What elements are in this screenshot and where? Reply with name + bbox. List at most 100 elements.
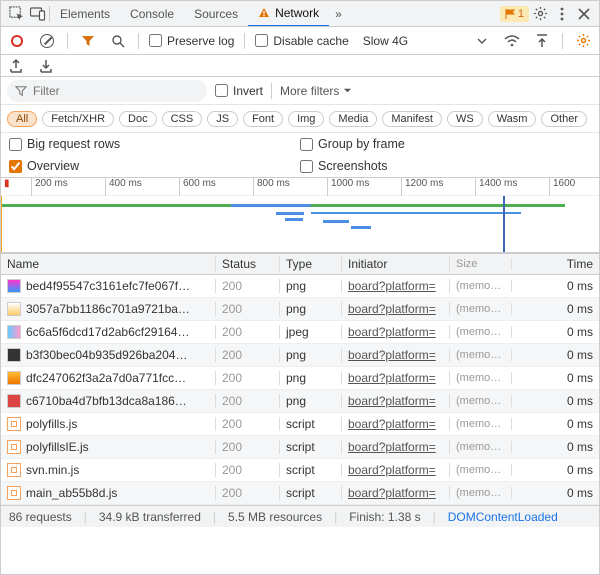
screenshots-checkbox[interactable]: Screenshots [300, 159, 591, 173]
settings-icon[interactable] [529, 3, 551, 25]
group-by-frame-checkbox[interactable]: Group by frame [300, 137, 591, 151]
col-status[interactable]: Status [216, 257, 280, 271]
request-size: (memo… [450, 349, 512, 361]
request-bar [351, 226, 371, 229]
col-size[interactable]: Size [450, 258, 512, 270]
status-requests: 86 requests [9, 510, 72, 524]
network-conditions-icon[interactable] [502, 31, 522, 51]
col-type[interactable]: Type [280, 257, 342, 271]
device-toolbar-icon[interactable] [27, 3, 49, 25]
chip-media[interactable]: Media [329, 111, 377, 127]
tab-network[interactable]: Network [248, 1, 329, 27]
tab-sources[interactable]: Sources [184, 1, 248, 27]
table-row[interactable]: b3f30bec04b935d926ba204…200pngboard?plat… [1, 344, 599, 367]
divider [138, 33, 139, 49]
request-initiator-link[interactable]: board?platform= [348, 371, 449, 385]
request-initiator-link[interactable]: board?platform= [348, 486, 449, 500]
kebab-menu-icon[interactable] [551, 3, 573, 25]
search-icon[interactable] [108, 31, 128, 51]
preserve-log-checkbox[interactable]: Preserve log [149, 34, 234, 48]
file-type-icon [7, 463, 21, 477]
divider [244, 33, 245, 49]
table-row[interactable]: dfc247062f3a2a7d0a771fcc…200pngboard?pla… [1, 367, 599, 390]
chip-img[interactable]: Img [288, 111, 324, 127]
request-initiator-link[interactable]: board?platform= [348, 325, 449, 339]
request-name: 6c6a5f6dcd17d2ab6cf29164… [26, 325, 189, 339]
throttling-caret-icon[interactable] [472, 31, 492, 51]
invert-checkbox[interactable]: Invert [215, 84, 263, 98]
close-devtools-icon[interactable] [573, 3, 595, 25]
file-type-icon [7, 417, 21, 431]
inspect-icon[interactable] [5, 3, 27, 25]
table-row[interactable]: polyfills.js200scriptboard?platform=(mem… [1, 413, 599, 436]
file-type-icon [7, 371, 21, 385]
chip-font[interactable]: Font [243, 111, 283, 127]
big-request-rows-checkbox[interactable]: Big request rows [9, 137, 300, 151]
more-filters-button[interactable]: More filters [280, 84, 352, 98]
issues-badge[interactable]: 1 [500, 6, 529, 22]
throttling-select[interactable]: Slow 4G [359, 34, 412, 48]
status-transferred: 34.9 kB transferred [99, 510, 201, 524]
request-initiator-link[interactable]: board?platform= [348, 463, 449, 477]
table-row[interactable]: svn.min.js200scriptboard?platform=(memo…… [1, 459, 599, 482]
tab-elements[interactable]: Elements [50, 1, 120, 27]
table-header[interactable]: Name Status Type Initiator Size Time [1, 253, 599, 275]
request-initiator-link[interactable]: board?platform= [348, 417, 449, 431]
file-type-icon [7, 325, 21, 339]
chip-manifest[interactable]: Manifest [382, 111, 442, 127]
table-row[interactable]: main_ab55b8d.js200scriptboard?platform=(… [1, 482, 599, 505]
chip-all[interactable]: All [7, 111, 37, 127]
request-initiator-link[interactable]: board?platform= [348, 440, 449, 454]
request-name: bed4f95547c3161efc7fe067f… [26, 279, 190, 293]
request-status: 200 [216, 394, 280, 408]
chip-css[interactable]: CSS [162, 111, 203, 127]
tick: 1400 ms [475, 178, 517, 196]
request-initiator-link[interactable]: board?platform= [348, 279, 449, 293]
clear-button[interactable] [37, 31, 57, 51]
table-row[interactable]: 6c6a5f6dcd17d2ab6cf29164…200jpegboard?pl… [1, 321, 599, 344]
table-row[interactable]: c6710ba4d7bfb13dca8a186…200pngboard?plat… [1, 390, 599, 413]
overview-timeline[interactable]: ▮ 200 ms 400 ms 600 ms 800 ms 1000 ms 12… [1, 178, 599, 253]
tab-console[interactable]: Console [120, 1, 184, 27]
request-bar [311, 212, 521, 214]
request-time: 0 ms [512, 486, 599, 500]
request-size: (memo… [450, 487, 512, 499]
status-finish: Finish: 1.38 s [349, 510, 420, 524]
filter-input-container[interactable] [7, 80, 207, 102]
download-har-icon[interactable] [37, 57, 55, 75]
chip-fetch-xhr[interactable]: Fetch/XHR [42, 111, 114, 127]
chip-wasm[interactable]: Wasm [488, 111, 537, 127]
overview-checkbox[interactable]: Overview [9, 159, 300, 173]
import-har-icon[interactable] [532, 31, 552, 51]
chip-other[interactable]: Other [541, 111, 587, 127]
timeline-origin-marker: ▮ [1, 178, 10, 196]
table-row[interactable]: polyfillsIE.js200scriptboard?platform=(m… [1, 436, 599, 459]
disable-cache-checkbox[interactable]: Disable cache [255, 34, 348, 48]
file-type-icon [7, 440, 21, 454]
col-name[interactable]: Name [1, 257, 216, 271]
chip-doc[interactable]: Doc [119, 111, 157, 127]
col-initiator[interactable]: Initiator [342, 257, 450, 271]
request-initiator-link[interactable]: board?platform= [348, 302, 449, 316]
request-initiator-link[interactable]: board?platform= [348, 348, 449, 362]
filter-toggle-icon[interactable] [78, 31, 98, 51]
col-time[interactable]: Time [512, 257, 599, 271]
request-name: b3f30bec04b935d926ba204… [26, 348, 187, 362]
issues-count: 1 [518, 8, 524, 20]
record-button[interactable] [7, 31, 27, 51]
filter-input[interactable] [33, 84, 199, 98]
network-toolbar: Preserve log Disable cache Slow 4G [1, 27, 599, 55]
request-name: c6710ba4d7bfb13dca8a186… [26, 394, 187, 408]
chip-js[interactable]: JS [207, 111, 238, 127]
chip-ws[interactable]: WS [447, 111, 483, 127]
table-row[interactable]: bed4f95547c3161efc7fe067f…200pngboard?pl… [1, 275, 599, 298]
request-type: png [280, 371, 342, 385]
export-har-icon[interactable] [7, 57, 25, 75]
request-time: 0 ms [512, 394, 599, 408]
request-initiator-link[interactable]: board?platform= [348, 394, 449, 408]
tick: 600 ms [179, 178, 216, 196]
tabs-overflow[interactable]: » [329, 7, 348, 21]
table-row[interactable]: 3057a7bb1186c701a9721ba…200pngboard?plat… [1, 298, 599, 321]
request-bar [231, 204, 311, 207]
network-settings-icon[interactable] [573, 31, 593, 51]
